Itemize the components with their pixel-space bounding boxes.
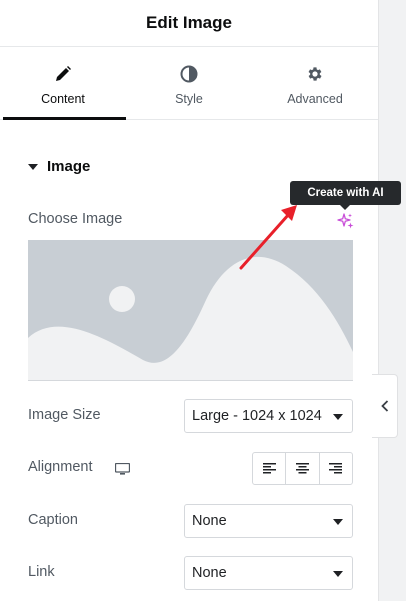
ai-tooltip: Create with AI: [290, 181, 401, 210]
tab-advanced-label: Advanced: [287, 92, 343, 106]
alignment-label: Alignment: [28, 459, 93, 475]
choose-image-label: Choose Image: [28, 211, 123, 227]
link-select[interactable]: None: [184, 556, 353, 590]
section-title: Image: [47, 158, 91, 175]
align-left-icon: [262, 463, 276, 474]
chevron-down-icon: [333, 414, 343, 420]
image-placeholder[interactable]: [28, 240, 353, 381]
panel-tabs: Content Style Advanced: [0, 48, 378, 120]
caption-value: None: [192, 513, 227, 529]
editor-panel: Edit Image Content Style Advanced Image …: [0, 0, 378, 601]
chevron-down-icon: [333, 519, 343, 525]
section-toggle-image[interactable]: Image: [28, 158, 90, 175]
image-placeholder-graphic: [28, 240, 353, 380]
image-size-value: Large - 1024 x 1024: [192, 408, 322, 424]
chevron-left-icon: [380, 400, 388, 412]
ai-tooltip-text: Create with AI: [307, 187, 384, 199]
caption-select[interactable]: None: [184, 504, 353, 538]
contrast-icon: [179, 64, 199, 84]
tab-advanced[interactable]: Advanced: [252, 48, 378, 119]
align-right-icon: [329, 463, 343, 474]
caption-label: Caption: [28, 512, 78, 528]
tab-style[interactable]: Style: [126, 48, 252, 119]
alignment-control: [252, 452, 353, 485]
image-size-select[interactable]: Large - 1024 x 1024: [184, 399, 353, 433]
sparkle-icon[interactable]: [337, 212, 355, 230]
align-left-button[interactable]: [253, 453, 285, 484]
panel-header: Edit Image: [0, 0, 378, 47]
align-center-button[interactable]: [285, 453, 318, 484]
link-label: Link: [28, 564, 55, 580]
page-title: Edit Image: [146, 13, 232, 32]
preview-area-edge: [378, 0, 406, 601]
collapse-panel-button[interactable]: [372, 374, 398, 438]
align-center-icon: [295, 463, 309, 474]
link-value: None: [192, 565, 227, 581]
monitor-icon[interactable]: [114, 462, 131, 475]
chevron-down-icon: [333, 571, 343, 577]
align-right-button[interactable]: [318, 453, 352, 484]
pencil-icon: [53, 64, 73, 84]
tab-content-label: Content: [41, 92, 85, 106]
tab-style-label: Style: [175, 92, 203, 106]
image-size-label: Image Size: [28, 407, 101, 423]
tab-content[interactable]: Content: [0, 48, 126, 120]
caret-down-icon: [28, 163, 38, 170]
gear-icon: [305, 64, 325, 84]
